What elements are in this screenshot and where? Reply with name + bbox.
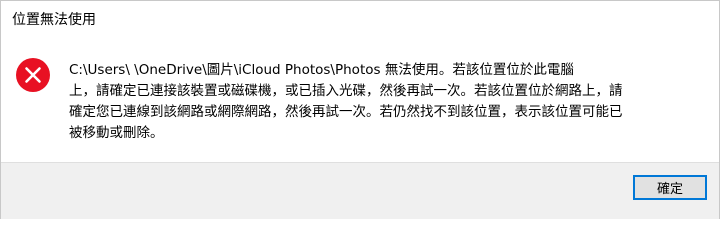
error-dialog: 位置無法使用 C:\Users\ \OneDrive\圖片\iCloud Pho… — [0, 0, 720, 219]
message-line: 確定您已連線到該網路或網際網路，然後再試一次。若仍然找不到該位置，表示該位置可能… — [69, 104, 623, 120]
error-message: C:\Users\ \OneDrive\圖片\iCloud Photos\Pho… — [69, 60, 714, 144]
message-line: C:\Users\ \OneDrive\圖片\iCloud Photos\Pho… — [69, 62, 574, 78]
error-icon — [16, 58, 50, 92]
dialog-title: 位置無法使用 — [12, 12, 96, 28]
message-line: 被移動或刪除。 — [69, 125, 164, 141]
message-line: 上，請確定已連接該裝置或磁碟機，或已插入光碟，然後再試一次。若該位置位於網路上，… — [69, 83, 623, 99]
dialog-content: C:\Users\ \OneDrive\圖片\iCloud Photos\Pho… — [1, 37, 719, 162]
button-bar: 確定 — [1, 162, 719, 219]
ok-button[interactable]: 確定 — [633, 175, 707, 200]
title-bar: 位置無法使用 — [1, 1, 719, 37]
